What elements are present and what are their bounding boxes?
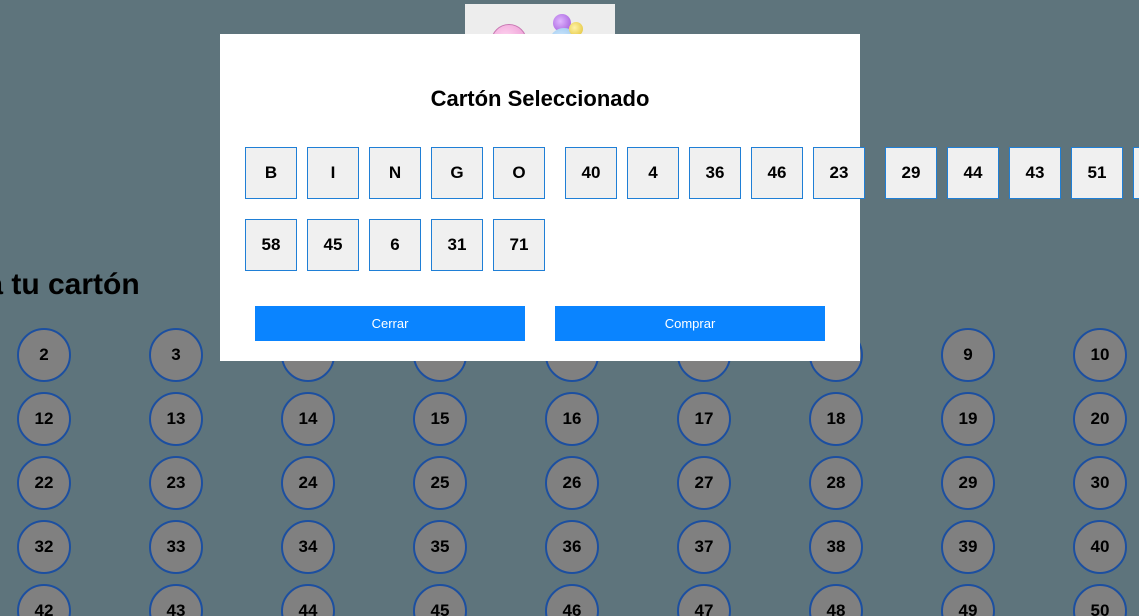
- bingo-letter-g: G: [431, 147, 483, 199]
- number-ball[interactable]: 38: [809, 520, 863, 574]
- bingo-letter-i: I: [307, 147, 359, 199]
- number-ball[interactable]: 13: [149, 392, 203, 446]
- card-cell-overflow: 29: [885, 147, 937, 199]
- card-cell-overflow: 44: [947, 147, 999, 199]
- card-cell: 40: [565, 147, 617, 199]
- card-cell: 6: [369, 219, 421, 271]
- bingo-letter-o: O: [493, 147, 545, 199]
- number-ball[interactable]: 24: [281, 456, 335, 510]
- card-cell-overflow: 51: [1071, 147, 1123, 199]
- card-cell-overflow-partial: [1133, 147, 1139, 199]
- card-cell: 31: [431, 219, 483, 271]
- number-ball[interactable]: 44: [281, 584, 335, 616]
- number-ball[interactable]: 25: [413, 456, 467, 510]
- number-ball[interactable]: 32: [17, 520, 71, 574]
- number-ball[interactable]: 36: [545, 520, 599, 574]
- number-ball[interactable]: 23: [149, 456, 203, 510]
- card-cell: 58: [245, 219, 297, 271]
- number-ball[interactable]: 34: [281, 520, 335, 574]
- number-ball[interactable]: 22: [17, 456, 71, 510]
- card-cell: 4: [627, 147, 679, 199]
- number-ball[interactable]: 18: [809, 392, 863, 446]
- bingo-letter-n: N: [369, 147, 421, 199]
- number-ball[interactable]: 2: [17, 328, 71, 382]
- card-cell-overflow: 43: [1009, 147, 1061, 199]
- card-cell: 23: [813, 147, 865, 199]
- number-ball[interactable]: 47: [677, 584, 731, 616]
- number-ball[interactable]: 35: [413, 520, 467, 574]
- number-ball[interactable]: 29: [941, 456, 995, 510]
- number-ball[interactable]: 27: [677, 456, 731, 510]
- number-ball[interactable]: 16: [545, 392, 599, 446]
- number-ball[interactable]: 28: [809, 456, 863, 510]
- close-button[interactable]: Cerrar: [255, 306, 525, 341]
- number-ball[interactable]: 46: [545, 584, 599, 616]
- modal-title: Cartón Seleccionado: [430, 86, 650, 111]
- number-ball[interactable]: 49: [941, 584, 995, 616]
- bingo-letter-b: B: [245, 147, 297, 199]
- number-ball[interactable]: 10: [1073, 328, 1127, 382]
- number-ball[interactable]: 40: [1073, 520, 1127, 574]
- number-ball[interactable]: 50: [1073, 584, 1127, 616]
- number-ball[interactable]: 39: [941, 520, 995, 574]
- buy-button[interactable]: Comprar: [555, 306, 825, 341]
- card-cell: 36: [689, 147, 741, 199]
- number-ball[interactable]: 12: [17, 392, 71, 446]
- card-cell: 71: [493, 219, 545, 271]
- number-ball[interactable]: 48: [809, 584, 863, 616]
- number-ball[interactable]: 43: [149, 584, 203, 616]
- number-ball[interactable]: 37: [677, 520, 731, 574]
- number-ball[interactable]: 17: [677, 392, 731, 446]
- number-ball[interactable]: 33: [149, 520, 203, 574]
- card-cell: 46: [751, 147, 803, 199]
- number-ball[interactable]: 26: [545, 456, 599, 510]
- number-ball[interactable]: 45: [413, 584, 467, 616]
- page: na tu cartón 239101213141516171819202223…: [0, 0, 1139, 616]
- card-cell: 45: [307, 219, 359, 271]
- number-ball[interactable]: 19: [941, 392, 995, 446]
- number-ball[interactable]: 42: [17, 584, 71, 616]
- number-ball[interactable]: 3: [149, 328, 203, 382]
- number-ball[interactable]: 30: [1073, 456, 1127, 510]
- number-ball[interactable]: 20: [1073, 392, 1127, 446]
- selected-card-modal: Cartón Seleccionado B I N G O 40 4 36 46…: [220, 34, 865, 361]
- number-ball[interactable]: 9: [941, 328, 995, 382]
- number-ball[interactable]: 15: [413, 392, 467, 446]
- number-ball[interactable]: 14: [281, 392, 335, 446]
